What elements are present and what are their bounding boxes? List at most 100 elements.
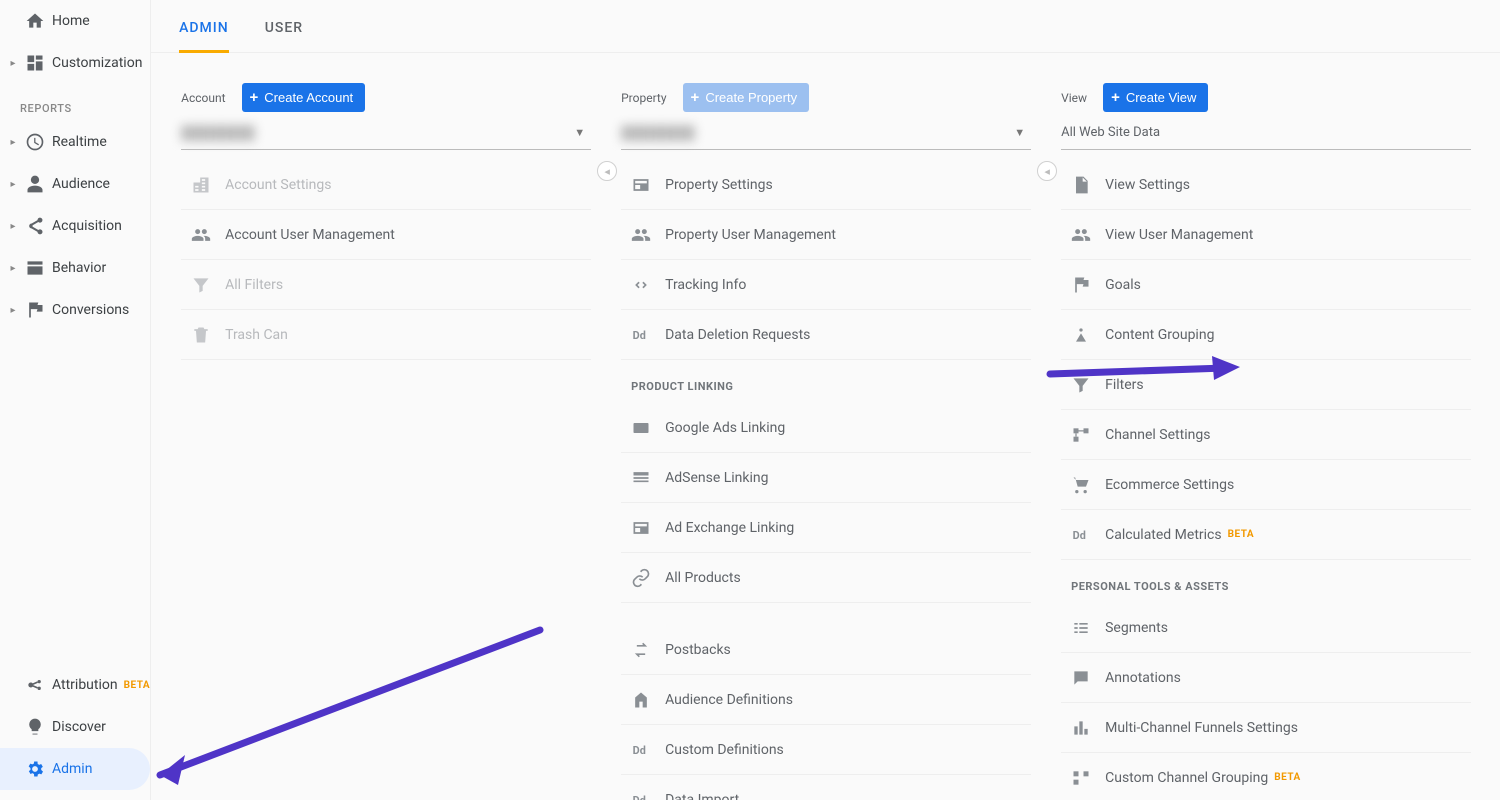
row-data-deletion[interactable]: Dd Data Deletion Requests [621,310,1031,360]
row-label: All Filters [225,277,283,293]
list-icon [631,468,665,488]
column-title-account: Account [181,91,225,105]
building-icon [191,175,225,195]
row-ecommerce-settings[interactable]: Ecommerce Settings [1061,460,1471,510]
row-tracking-info[interactable]: Tracking Info [621,260,1031,310]
property-selector-value: ████████ [621,125,695,141]
person-icon [18,174,52,194]
channel-icon [1071,768,1105,788]
column-title-property: Property [621,91,666,105]
view-selector-value: All Web Site Data [1061,125,1160,140]
svg-text:Dd: Dd [633,329,646,342]
row-label: Data Deletion Requests [665,327,810,343]
property-selector[interactable]: ████████ ▼ [621,120,1031,150]
svg-text:Dd: Dd [633,794,646,800]
create-property-label: Create Property [705,90,797,105]
row-data-import[interactable]: Dd Data Import [621,775,1031,800]
ads-icon [631,418,665,438]
bulb-icon [18,717,52,737]
row-label: Postbacks [665,642,731,658]
row-account-user-management[interactable]: Account User Management [181,210,591,260]
sidebar-item-attribution[interactable]: Attribution BETA [0,664,150,706]
create-account-button[interactable]: + Create Account [242,83,366,112]
row-audience-definitions[interactable]: Audience Definitions [621,675,1031,725]
card-icon [631,518,665,538]
tab-admin[interactable]: ADMIN [179,20,229,53]
group-product-linking: PRODUCT LINKING [621,360,1031,403]
flag-icon [18,300,52,320]
row-label: Account User Management [225,227,395,243]
row-view-user-management[interactable]: View User Management [1061,210,1471,260]
create-account-label: Create Account [264,90,353,105]
account-selector[interactable]: ████████ ▼ [181,120,591,150]
audience-icon [631,690,665,710]
filter-icon [191,275,225,295]
row-filters[interactable]: Filters [1061,360,1471,410]
row-property-settings[interactable]: Property Settings [621,160,1031,210]
card-icon [631,175,665,195]
sidebar-label-home: Home [52,13,150,29]
sidebar: Home ▸ Customization REPORTS ▸ Realtime … [0,0,151,800]
sidebar-item-acquisition[interactable]: ▸ Acquisition [0,205,150,247]
row-custom-definitions[interactable]: Dd Custom Definitions [621,725,1031,775]
sidebar-label-behavior: Behavior [52,260,150,276]
row-mcf-settings[interactable]: Multi-Channel Funnels Settings [1061,703,1471,753]
row-segments[interactable]: Segments [1061,603,1471,653]
column-property: ◂ Property + Create Property ████████ ▼ … [621,83,1031,800]
row-postbacks[interactable]: Postbacks [621,625,1031,675]
sidebar-item-home[interactable]: Home [0,0,150,42]
tab-user[interactable]: USER [265,20,303,52]
row-custom-channel-grouping[interactable]: Custom Channel Grouping BETA [1061,753,1471,800]
sidebar-item-conversions[interactable]: ▸ Conversions [0,289,150,331]
sidebar-label-attribution: Attribution [52,677,118,693]
row-calculated-metrics[interactable]: Dd Calculated Metrics BETA [1061,510,1471,560]
row-label: Multi-Channel Funnels Settings [1105,720,1298,736]
row-all-filters[interactable]: All Filters [181,260,591,310]
row-view-settings[interactable]: View Settings [1061,160,1471,210]
plus-icon: + [1111,89,1120,106]
column-nav-prev[interactable]: ◂ [1037,161,1057,181]
row-label: All Products [665,570,741,586]
column-account: Account + Create Account ████████ ▼ Acco… [181,83,591,800]
row-annotations[interactable]: Annotations [1061,653,1471,703]
chevron-down-icon: ▼ [1014,126,1025,139]
row-adexchange-linking[interactable]: Ad Exchange Linking [621,503,1031,553]
sidebar-item-audience[interactable]: ▸ Audience [0,163,150,205]
dd-icon: Dd [1071,525,1105,545]
sidebar-item-discover[interactable]: Discover [0,706,150,748]
sidebar-label-realtime: Realtime [52,134,150,150]
plus-icon: + [250,89,259,106]
share-icon [18,216,52,236]
row-channel-settings[interactable]: Channel Settings [1061,410,1471,460]
sidebar-item-behavior[interactable]: ▸ Behavior [0,247,150,289]
create-property-button[interactable]: + Create Property [683,83,810,112]
row-adsense-linking[interactable]: AdSense Linking [621,453,1031,503]
sidebar-item-realtime[interactable]: ▸ Realtime [0,121,150,163]
row-label: View User Management [1105,227,1253,243]
row-label: View Settings [1105,177,1190,193]
row-label: Custom Definitions [665,742,784,758]
gear-icon [18,759,52,779]
column-view: ◂ View + Create View All Web Site Data V… [1061,83,1471,800]
create-view-button[interactable]: + Create View [1103,83,1208,112]
filter-icon [1071,375,1105,395]
row-content-grouping[interactable]: Content Grouping [1061,310,1471,360]
row-trash-can[interactable]: Trash Can [181,310,591,360]
row-label: Account Settings [225,177,331,193]
row-account-settings[interactable]: Account Settings [181,160,591,210]
svg-text:Dd: Dd [633,744,646,757]
bar-chart-icon [1071,718,1105,738]
row-google-ads-linking[interactable]: Google Ads Linking [621,403,1031,453]
sidebar-item-customization[interactable]: ▸ Customization [0,42,150,84]
row-label: Trash Can [225,327,288,343]
row-property-user-management[interactable]: Property User Management [621,210,1031,260]
view-selector[interactable]: All Web Site Data [1061,120,1471,150]
row-goals[interactable]: Goals [1061,260,1471,310]
column-nav-prev[interactable]: ◂ [597,161,617,181]
sidebar-label-conversions: Conversions [52,302,150,318]
trash-icon [191,325,225,345]
row-label: Goals [1105,277,1141,293]
sidebar-section-reports: REPORTS [0,84,150,121]
sidebar-item-admin[interactable]: Admin [0,748,150,790]
row-all-products[interactable]: All Products [621,553,1031,603]
